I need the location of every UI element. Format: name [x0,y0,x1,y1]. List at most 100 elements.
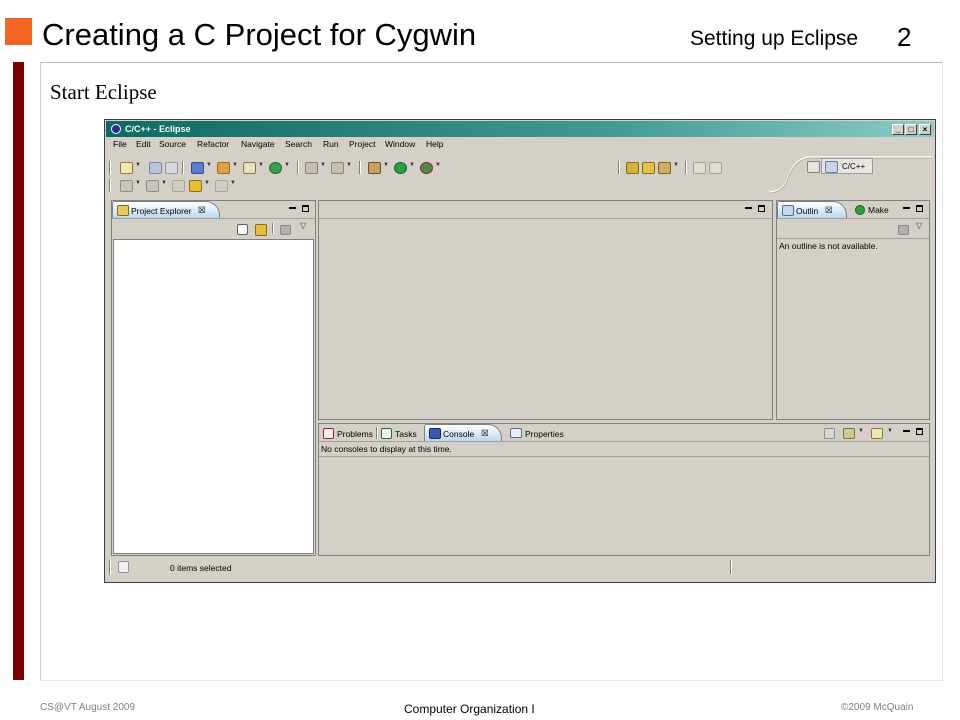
minimize-view-icon[interactable] [903,430,910,432]
next-annotation-dropdown-icon[interactable]: ▼ [135,180,141,186]
show-whitespace-icon[interactable] [709,162,722,174]
new-source-file-icon[interactable] [243,162,256,174]
problems-icon [323,428,334,439]
print-icon[interactable] [165,162,178,174]
new-class-dropdown-icon[interactable]: ▼ [284,162,290,168]
open-type-icon[interactable] [626,162,639,174]
new-c-project-dropdown-icon[interactable]: ▼ [232,162,238,168]
menu-search[interactable]: Search [285,139,312,149]
toggle-mark-occurrences-icon[interactable] [693,162,706,174]
open-perspective-icon[interactable] [807,161,820,173]
link-with-editor-icon[interactable] [255,224,267,236]
new-source-dropdown-icon[interactable]: ▼ [258,162,264,168]
menu-source[interactable]: Source [159,139,186,149]
outline-icon [782,205,794,216]
minimize-view-icon[interactable] [289,207,296,209]
last-edit-icon[interactable] [172,180,185,192]
build-all-icon[interactable] [305,162,318,174]
next-annotation-icon[interactable] [120,180,133,192]
minimize-view-icon[interactable] [903,207,910,209]
tab-problems[interactable]: Problems [322,426,374,441]
view-menu-icon[interactable] [280,225,291,235]
external-tools-dropdown-icon[interactable]: ▼ [435,162,441,168]
minimize-button[interactable]: _ [892,124,904,135]
tab-make[interactable]: Make [854,202,900,217]
menu-run[interactable]: Run [323,139,339,149]
forward-dropdown-icon[interactable]: ▼ [230,180,236,186]
menu-edit[interactable]: Edit [136,139,151,149]
status-bar: 0 items selected [106,557,934,579]
tab-console[interactable]: Console ☒ [424,424,502,441]
project-explorer-tree[interactable] [113,239,314,554]
run-dropdown-icon[interactable]: ▼ [409,162,415,168]
build-dropdown-icon[interactable]: ▼ [206,162,212,168]
new-icon[interactable] [120,162,133,174]
new-class-icon[interactable] [269,162,282,174]
menu-navigate[interactable]: Navigate [241,139,275,149]
tab-project-explorer-label: Project Explorer [131,206,192,216]
status-grip [109,560,111,574]
new-dropdown-icon[interactable]: ▼ [135,162,141,168]
title-accent-square [5,18,32,45]
pin-console-icon[interactable] [824,428,835,439]
tab-properties[interactable]: Properties [509,426,567,441]
run-icon[interactable] [394,162,407,174]
debug-dropdown-icon[interactable]: ▼ [383,162,389,168]
open-folder-icon[interactable] [642,162,655,174]
menu-refactor[interactable]: Refactor [197,139,229,149]
maximize-button[interactable]: □ [905,124,917,135]
close-tab-icon[interactable]: ☒ [198,205,206,216]
tab-outline[interactable]: Outlin ☒ [777,201,847,218]
clean-dropdown-icon[interactable]: ▼ [346,162,352,168]
toolbar-separator [685,161,687,174]
collapse-all-icon[interactable] [237,224,248,235]
external-tools-icon[interactable] [420,162,433,174]
previous-annotation-dropdown-icon[interactable]: ▼ [161,180,167,186]
menu-window[interactable]: Window [385,139,415,149]
tab-project-explorer[interactable]: Project Explorer ☒ [112,201,220,218]
tab-tasks[interactable]: Tasks [380,426,422,441]
search-icon[interactable] [658,162,671,174]
perspective-cpp-button[interactable]: C/C++ [821,158,873,174]
build-icon[interactable] [191,162,204,174]
properties-icon [510,428,522,438]
close-tab-icon[interactable]: ☒ [481,428,489,439]
footer-center: Computer Organization I [404,702,535,716]
menu-file[interactable]: File [113,139,127,149]
console-panel: Problems Tasks Console ☒ Properties ▼ ▼ … [318,423,930,556]
menu-project[interactable]: Project [349,139,375,149]
back-dropdown-icon[interactable]: ▼ [204,180,210,186]
close-tab-icon[interactable]: ☒ [825,205,833,216]
fast-view-icon[interactable] [118,561,129,573]
maximize-view-icon[interactable] [916,205,923,212]
back-arrow-icon[interactable] [189,180,202,192]
view-menu-icon[interactable] [898,225,909,235]
clean-icon[interactable] [331,162,344,174]
view-menu-dropdown-icon[interactable]: ▽ [916,221,922,230]
open-console-dropdown-icon[interactable]: ▼ [887,428,893,434]
close-button[interactable]: × [919,124,931,135]
editor-area[interactable] [318,200,773,420]
display-console-icon[interactable] [843,428,855,439]
display-console-dropdown-icon[interactable]: ▼ [858,428,864,434]
new-c-project-icon[interactable] [217,162,230,174]
maximize-editor-icon[interactable] [758,205,765,212]
search-dropdown-icon[interactable]: ▼ [673,162,679,168]
view-menu-dropdown-icon[interactable]: ▽ [300,221,306,230]
debug-icon[interactable] [368,162,381,174]
menu-help[interactable]: Help [426,139,443,149]
maximize-view-icon[interactable] [916,428,923,435]
maximize-view-icon[interactable] [302,205,309,212]
toolbar-separator [272,223,274,234]
forward-arrow-icon[interactable] [215,180,228,192]
editor-divider [319,218,772,219]
minimize-editor-icon[interactable] [745,207,752,209]
window-titlebar[interactable]: C/C++ - Eclipse _ □ × [106,121,934,137]
previous-annotation-icon[interactable] [146,180,159,192]
save-icon[interactable] [149,162,162,174]
tab-console-label: Console [443,429,475,439]
right-divider [942,62,943,680]
open-console-icon[interactable] [871,428,883,439]
build-all-dropdown-icon[interactable]: ▼ [320,162,326,168]
toolbar-separator [359,161,361,174]
